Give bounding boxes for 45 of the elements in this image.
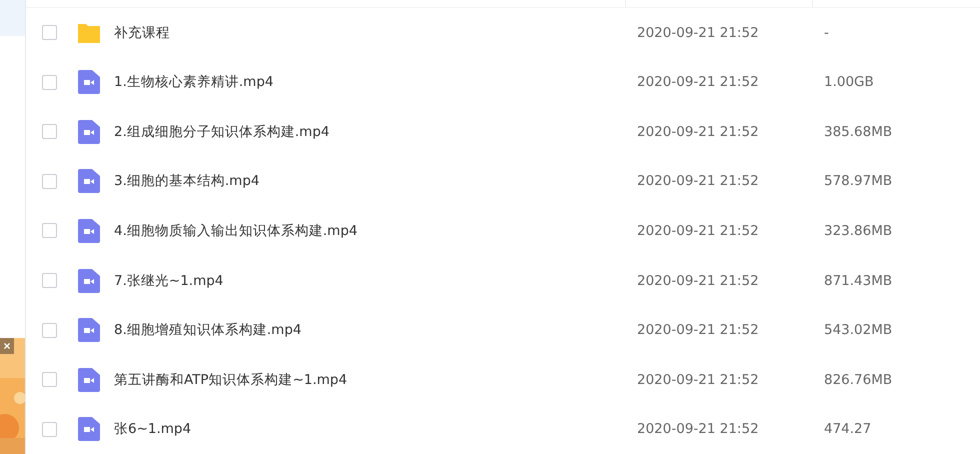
- video-file-icon: [78, 268, 100, 293]
- checkbox[interactable]: [42, 273, 57, 288]
- modified-date: 2020-09-21 21:52: [636, 173, 760, 190]
- checkbox[interactable]: [42, 322, 57, 338]
- video-file-icon: [78, 70, 100, 94]
- modified-date: 2020-09-21 21:52: [636, 222, 760, 239]
- file-name[interactable]: 4.细胞物质输入输出知识体系构建.mp4: [114, 222, 358, 240]
- checkbox[interactable]: [42, 25, 57, 40]
- file-name[interactable]: 1.生物核心素养精讲.mp4: [114, 73, 274, 92]
- modified-date: 2020-09-21 21:52: [636, 24, 760, 41]
- file-size: 543.02MB: [823, 322, 894, 338]
- file-name[interactable]: 第五讲酶和ATP知识体系构建~1.mp4: [114, 370, 348, 389]
- video-file-icon: [78, 120, 100, 144]
- file-size: 826.76MB: [823, 372, 894, 388]
- close-button[interactable]: ×: [0, 338, 14, 354]
- file-name[interactable]: 8.细胞增殖知识体系构建.mp4: [114, 321, 302, 340]
- video-file-icon: [78, 318, 100, 342]
- modified-date: 2020-09-21 21:52: [636, 322, 760, 338]
- modified-date: 2020-09-21 21:52: [636, 124, 760, 140]
- video-file-icon: [78, 218, 100, 243]
- file-size: 1.00GB: [823, 74, 875, 90]
- checkbox[interactable]: [42, 74, 57, 90]
- video-file-icon: [78, 169, 100, 194]
- modified-date: 2020-09-21 21:52: [636, 272, 760, 289]
- file-size: 474.27: [823, 421, 872, 438]
- checkbox[interactable]: [42, 174, 57, 189]
- checkbox[interactable]: [42, 422, 57, 437]
- file-size: -: [823, 24, 830, 41]
- modified-date: 2020-09-21 21:52: [636, 74, 760, 90]
- file-size: 871.43MB: [823, 272, 894, 289]
- file-size: 578.97MB: [823, 173, 894, 190]
- file-size: 323.86MB: [823, 222, 894, 239]
- file-name[interactable]: 7.张继光~1.mp4: [114, 272, 224, 290]
- checkbox[interactable]: [42, 223, 57, 238]
- modified-date: 2020-09-21 21:52: [636, 421, 760, 438]
- checkbox[interactable]: [42, 372, 57, 388]
- file-name[interactable]: 2.组成细胞分子知识体系构建.mp4: [114, 122, 330, 141]
- modified-date: 2020-09-21 21:52: [636, 372, 760, 388]
- file-name[interactable]: 张6~1.mp4: [114, 420, 192, 438]
- file-size: 385.68MB: [823, 124, 894, 140]
- file-name[interactable]: 补充课程: [114, 24, 170, 42]
- checkbox[interactable]: [42, 124, 57, 140]
- file-name[interactable]: 3.细胞的基本结构.mp4: [114, 172, 260, 190]
- video-file-icon: [78, 417, 100, 442]
- video-file-icon: [78, 368, 100, 392]
